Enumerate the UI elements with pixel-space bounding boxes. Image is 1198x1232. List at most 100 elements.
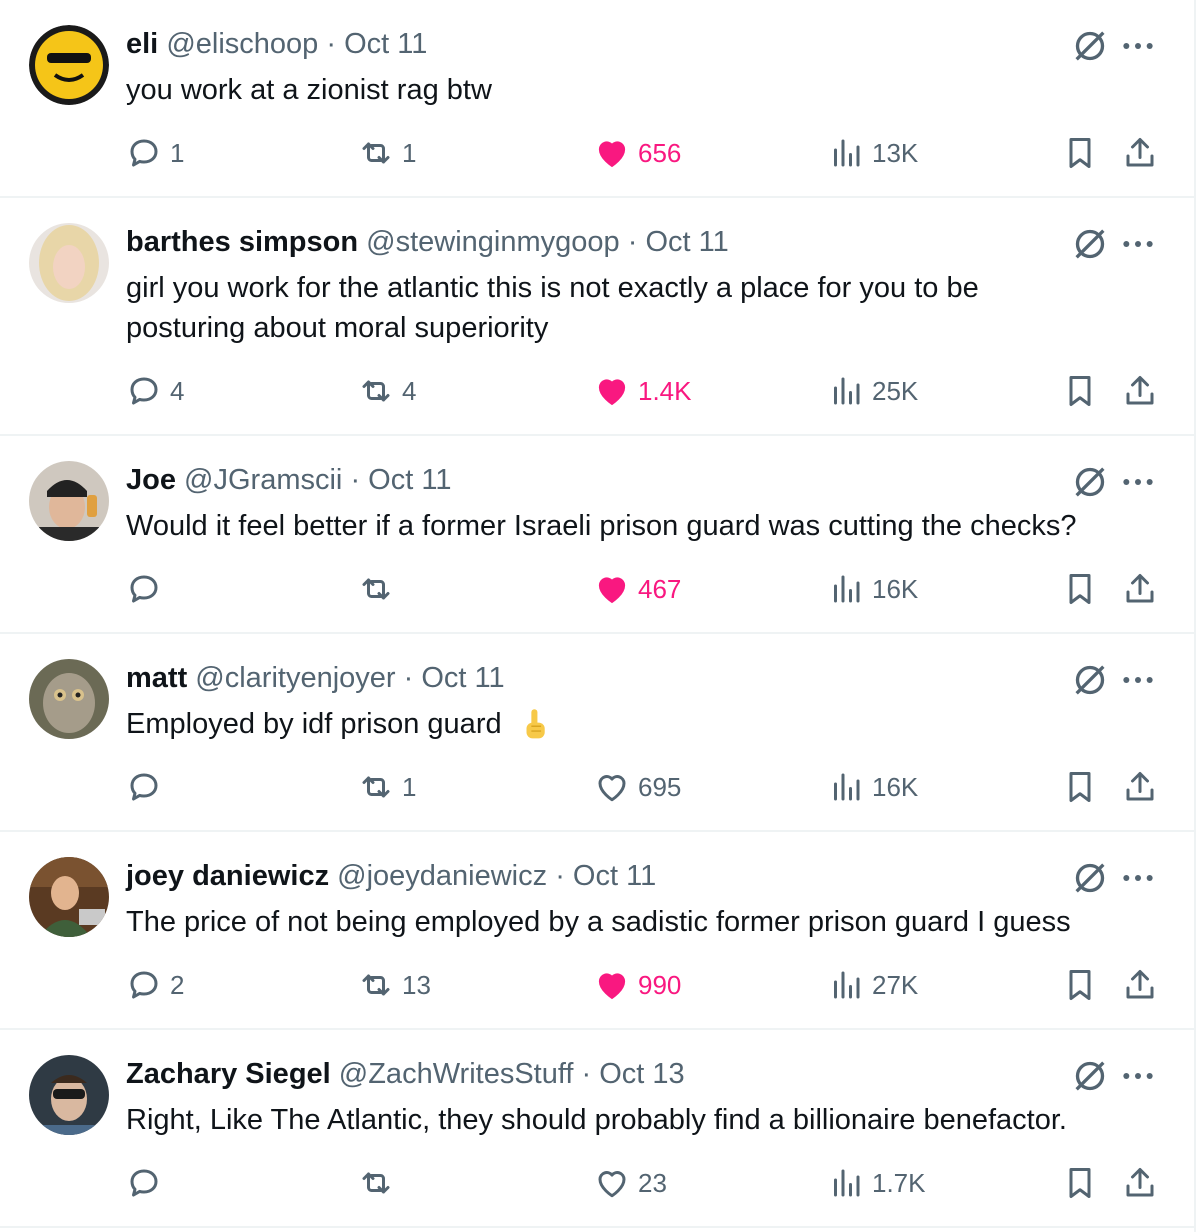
bookmark-button[interactable] bbox=[1062, 965, 1098, 1005]
display-name[interactable]: Zachary Siegel bbox=[126, 1058, 331, 1090]
user-handle[interactable]: @elischoop bbox=[166, 28, 318, 60]
like-button[interactable]: 467 bbox=[594, 569, 681, 609]
tweet[interactable]: Joe @JGramscii · Oct 11 Would it feel be… bbox=[0, 436, 1194, 634]
retweet-button[interactable] bbox=[358, 1163, 402, 1203]
avatar[interactable] bbox=[29, 223, 109, 303]
like-button[interactable]: 1.4K bbox=[594, 371, 692, 411]
tweet-date[interactable]: Oct 11 bbox=[368, 464, 451, 496]
grok-icon[interactable] bbox=[1070, 26, 1110, 66]
user-handle[interactable]: @JGramscii bbox=[184, 464, 342, 496]
grok-icon[interactable] bbox=[1070, 858, 1110, 898]
tweet[interactable]: matt @clarityenjoyer · Oct 11 Employed b… bbox=[0, 634, 1194, 832]
more-icon[interactable] bbox=[1118, 660, 1158, 700]
avatar[interactable] bbox=[29, 461, 109, 541]
views-count: 16K bbox=[872, 771, 919, 802]
tweet[interactable]: joey daniewicz @joeydaniewicz · Oct 11 T… bbox=[0, 832, 1194, 1030]
views-icon bbox=[834, 971, 860, 999]
more-icon[interactable] bbox=[1118, 224, 1158, 264]
like-button[interactable]: 656 bbox=[594, 133, 681, 173]
like-button[interactable]: 695 bbox=[594, 767, 681, 807]
share-button[interactable] bbox=[1122, 133, 1158, 173]
bookmark-button[interactable] bbox=[1062, 569, 1098, 609]
views-button[interactable]: 25K bbox=[828, 371, 918, 411]
reply-button[interactable]: 4 bbox=[126, 371, 184, 411]
action-bar: 1 1 656 13K bbox=[0, 133, 1194, 173]
tweet-text: you work at a zionist rag btw bbox=[126, 74, 492, 106]
heart-icon bbox=[598, 379, 626, 406]
tweet-text: girl you work for the atlantic this is n… bbox=[126, 272, 979, 344]
reply-button[interactable] bbox=[126, 767, 170, 807]
share-button[interactable] bbox=[1122, 1163, 1158, 1203]
retweet-button[interactable]: 1 bbox=[358, 767, 416, 807]
retweet-count: 4 bbox=[402, 375, 417, 406]
like-button[interactable]: 23 bbox=[594, 1163, 667, 1203]
grok-icon[interactable] bbox=[1070, 1056, 1110, 1096]
retweet-button[interactable]: 4 bbox=[358, 371, 416, 411]
retweet-count: 13 bbox=[402, 969, 431, 1000]
avatar[interactable] bbox=[29, 25, 109, 105]
display-name[interactable]: Joe bbox=[126, 464, 176, 496]
user-handle[interactable]: @stewinginmygoop bbox=[366, 226, 620, 258]
like-button[interactable]: 990 bbox=[594, 965, 681, 1005]
retweet-count: 1 bbox=[402, 771, 417, 802]
views-button[interactable]: 27K bbox=[828, 965, 918, 1005]
grok-icon[interactable] bbox=[1070, 462, 1110, 502]
reply-button[interactable] bbox=[126, 1163, 170, 1203]
views-icon bbox=[834, 575, 860, 603]
views-button[interactable]: 16K bbox=[828, 767, 918, 807]
heart-icon bbox=[598, 775, 626, 802]
display-name[interactable]: joey daniewicz bbox=[126, 860, 329, 892]
reply-button[interactable]: 1 bbox=[126, 133, 184, 173]
more-icon[interactable] bbox=[1118, 1056, 1158, 1096]
display-name[interactable]: eli bbox=[126, 28, 158, 60]
tweet-date[interactable]: Oct 11 bbox=[573, 860, 656, 892]
avatar[interactable] bbox=[29, 659, 109, 739]
bookmark-button[interactable] bbox=[1062, 767, 1098, 807]
user-handle[interactable]: @ZachWritesStuff bbox=[339, 1058, 574, 1090]
views-icon bbox=[834, 1169, 860, 1197]
reply-icon bbox=[130, 971, 158, 999]
avatar[interactable] bbox=[29, 857, 109, 937]
tweet-header: Joe @JGramscii · Oct 11 bbox=[126, 462, 451, 498]
share-button[interactable] bbox=[1122, 965, 1158, 1005]
bookmark-button[interactable] bbox=[1062, 371, 1098, 411]
share-button[interactable] bbox=[1122, 767, 1158, 807]
retweet-button[interactable] bbox=[358, 569, 402, 609]
retweet-button[interactable]: 13 bbox=[358, 965, 431, 1005]
retweet-icon bbox=[362, 1172, 390, 1194]
display-name[interactable]: barthes simpson bbox=[126, 226, 358, 258]
share-button[interactable] bbox=[1122, 569, 1158, 609]
reply-button[interactable] bbox=[126, 569, 170, 609]
more-icon[interactable] bbox=[1118, 462, 1158, 502]
avatar[interactable] bbox=[29, 1055, 109, 1135]
tweet-date[interactable]: Oct 11 bbox=[344, 28, 427, 60]
reply-button[interactable]: 2 bbox=[126, 965, 184, 1005]
separator: · bbox=[627, 226, 638, 258]
tweet-date[interactable]: Oct 11 bbox=[421, 662, 504, 694]
tweet-date[interactable]: Oct 13 bbox=[599, 1058, 684, 1090]
views-button[interactable]: 1.7K bbox=[828, 1163, 926, 1203]
tweet-date[interactable]: Oct 11 bbox=[645, 226, 728, 258]
views-count: 16K bbox=[872, 573, 919, 604]
user-handle[interactable]: @clarityenjoyer bbox=[195, 662, 395, 694]
display-name[interactable]: matt bbox=[126, 662, 187, 694]
grok-icon[interactable] bbox=[1070, 224, 1110, 264]
bookmark-icon bbox=[1069, 138, 1091, 168]
views-button[interactable]: 16K bbox=[828, 569, 918, 609]
more-icon[interactable] bbox=[1118, 858, 1158, 898]
reply-count: 2 bbox=[170, 969, 185, 1000]
user-handle[interactable]: @joeydaniewicz bbox=[337, 860, 547, 892]
bookmark-button[interactable] bbox=[1062, 1163, 1098, 1203]
tweet[interactable]: barthes simpson @stewinginmygoop · Oct 1… bbox=[0, 198, 1194, 436]
tweet[interactable]: Zachary Siegel @ZachWritesStuff · Oct 13… bbox=[0, 1030, 1194, 1228]
retweet-button[interactable]: 1 bbox=[358, 133, 416, 173]
more-icon[interactable] bbox=[1118, 26, 1158, 66]
tweet-body: Employed by idf prison guard bbox=[126, 704, 1146, 744]
bookmark-button[interactable] bbox=[1062, 133, 1098, 173]
grok-icon[interactable] bbox=[1070, 660, 1110, 700]
share-button[interactable] bbox=[1122, 371, 1158, 411]
views-button[interactable]: 13K bbox=[828, 133, 918, 173]
tweet[interactable]: eli @elischoop · Oct 11 you work at a zi… bbox=[0, 0, 1194, 198]
share-icon bbox=[1126, 970, 1154, 999]
heart-icon bbox=[598, 141, 626, 168]
